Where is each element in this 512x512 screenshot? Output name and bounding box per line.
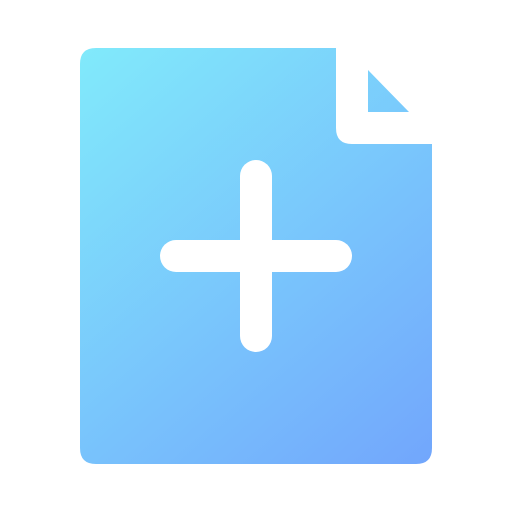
folded-corner (368, 70, 409, 112)
add-file-icon (0, 0, 512, 512)
